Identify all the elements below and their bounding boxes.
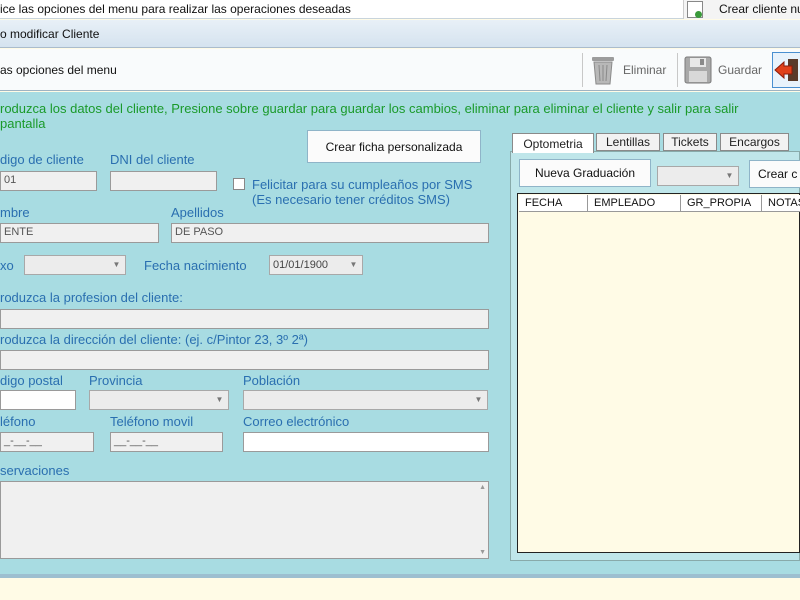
codigo-postal-field[interactable]	[0, 390, 76, 410]
trash-icon	[592, 57, 614, 85]
nombre-field[interactable]: ENTE	[0, 223, 159, 243]
instruction-line-1: roduzca los datos del cliente, Presione …	[0, 101, 739, 116]
bottom-border	[0, 574, 800, 578]
exit-arrow-icon	[774, 59, 798, 81]
poblacion-select[interactable]: ▼	[243, 390, 488, 410]
nombre-label: mbre	[0, 205, 30, 220]
dni-label: DNI del cliente	[110, 152, 195, 167]
scroll-up-icon[interactable]: ▲	[479, 484, 486, 491]
crear-cliente-label: Crear cliente nu	[719, 2, 800, 16]
chevron-down-icon: ▼	[725, 171, 734, 180]
movil-label: Teléfono movil	[110, 414, 194, 429]
toolbar-hint: as opciones del menu	[0, 63, 117, 77]
chevron-down-icon: ▼	[349, 260, 358, 269]
new-document-icon	[687, 1, 703, 18]
telefono-field[interactable]: _-__-__	[0, 432, 94, 452]
window-titlebar: o modificar Cliente	[0, 20, 800, 48]
observaciones-label: servaciones	[0, 463, 70, 478]
fecha-nacimiento-value: 01/01/1900	[273, 259, 329, 271]
eliminar-label: Eliminar	[623, 63, 667, 77]
codigo-postal-label: digo postal	[0, 373, 63, 388]
tab-optometria[interactable]: Optometria	[512, 133, 594, 153]
column-header-gr-propia[interactable]: GR_PROPIA	[681, 195, 762, 212]
graduaciones-grid[interactable]: FECHA EMPLEADO GR_PROPIA NOTAS	[517, 193, 800, 553]
chevron-down-icon: ▼	[215, 395, 224, 404]
toolbar-separator	[677, 53, 678, 87]
tab-tickets[interactable]: Tickets	[663, 133, 717, 151]
codigo-field[interactable]: 01	[0, 171, 97, 191]
profesion-field[interactable]	[0, 309, 489, 329]
observaciones-textarea[interactable]: ▲ ▼	[0, 481, 489, 559]
movil-field[interactable]: __-__-__	[110, 432, 223, 452]
graduacion-select[interactable]: ▼	[657, 166, 739, 186]
instruction-text: roduzca los datos del cliente, Presione …	[0, 101, 800, 131]
chevron-down-icon: ▼	[112, 260, 121, 269]
direccion-field[interactable]	[0, 350, 489, 370]
salir-button[interactable]	[772, 52, 800, 88]
sms-checkbox[interactable]	[233, 178, 245, 190]
sexo-label: xo	[0, 258, 14, 273]
direccion-label: roduzca la dirección del cliente: (ej. c…	[0, 332, 308, 347]
provincia-label: Provincia	[89, 373, 143, 388]
instruction-line-2: pantalla	[0, 116, 46, 131]
guardar-label: Guardar	[718, 63, 763, 77]
sms-note: (Es necesario tener créditos SMS)	[252, 192, 450, 207]
crear-cliente-button[interactable]: Crear cliente nu	[683, 0, 800, 19]
correo-label: Correo electrónico	[243, 414, 350, 429]
eliminar-button[interactable]: Eliminar	[588, 52, 672, 88]
toolbar-separator	[582, 53, 583, 87]
top-hint-text: ice las opciones del menu para realizar …	[0, 2, 351, 16]
guardar-button[interactable]: Guardar	[683, 52, 767, 88]
window-title: o modificar Cliente	[0, 27, 100, 41]
nueva-graduacion-button[interactable]: Nueva Graduación	[519, 159, 651, 187]
chevron-down-icon: ▼	[474, 395, 483, 404]
column-header-notas[interactable]: NOTAS	[762, 195, 800, 212]
column-header-empleado[interactable]: EMPLEADO	[588, 195, 681, 212]
column-header-fecha[interactable]: FECHA	[519, 195, 588, 212]
tab-lentillas[interactable]: Lentillas	[596, 133, 660, 151]
sexo-select[interactable]: ▼	[24, 255, 126, 275]
fecha-nacimiento-picker[interactable]: 01/01/1900 ▼	[269, 255, 363, 275]
apellidos-field[interactable]: DE PASO	[171, 223, 489, 243]
dni-field[interactable]	[110, 171, 217, 191]
profesion-label: roduzca la profesion del cliente:	[0, 290, 183, 305]
top-hint-bar: ice las opciones del menu para realizar …	[0, 0, 800, 19]
toolbar: as opciones del menu Eliminar Guardar	[0, 49, 800, 91]
floppy-disk-icon	[684, 56, 712, 84]
tab-encargos[interactable]: Encargos	[720, 133, 789, 151]
poblacion-label: Población	[243, 373, 301, 388]
scroll-down-icon[interactable]: ▼	[479, 549, 486, 556]
sms-label: Felicitar para su cumpleaños por SMS	[252, 177, 473, 192]
crear-button[interactable]: Crear c	[749, 160, 800, 188]
apellidos-label: Apellidos	[171, 205, 224, 220]
fecha-nacimiento-label: Fecha nacimiento	[144, 258, 247, 273]
codigo-label: digo de cliente	[0, 152, 84, 167]
telefono-label: léfono	[0, 414, 36, 429]
correo-field[interactable]	[243, 432, 489, 452]
crear-ficha-button[interactable]: Crear ficha personalizada	[307, 130, 481, 163]
provincia-select[interactable]: ▼	[89, 390, 229, 410]
